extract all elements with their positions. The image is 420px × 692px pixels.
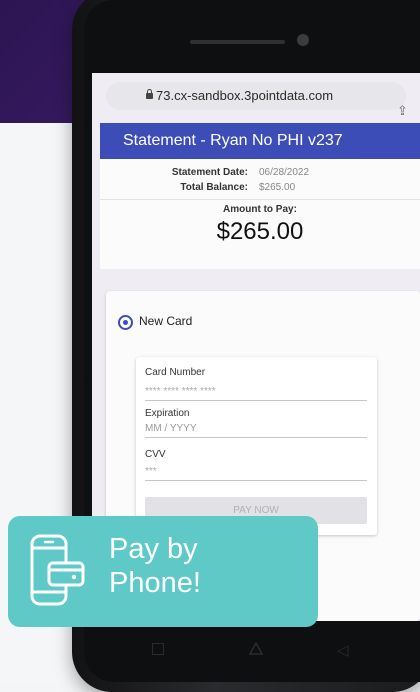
phone-speaker	[190, 40, 285, 44]
amount-to-pay-label: Amount to Pay:	[223, 204, 297, 215]
statement-title: Statement - Ryan No PHI v237	[123, 132, 343, 149]
expiration-input[interactable]: MM / YYYY	[145, 423, 367, 438]
badge-line-1: Pay by	[109, 533, 198, 565]
total-balance-label: Total Balance:	[180, 182, 248, 193]
cvv-input[interactable]: ***	[145, 466, 367, 481]
card-number-input[interactable]: **** **** **** ****	[145, 386, 367, 401]
back-icon[interactable]: ◁	[337, 641, 349, 659]
pay-by-phone-badge: Pay by Phone!	[8, 516, 318, 627]
badge-line-2: Phone!	[109, 567, 201, 599]
phone-camera	[297, 34, 309, 46]
card-number-label: Card Number	[145, 367, 206, 378]
divider	[100, 199, 420, 200]
new-card-label: New Card	[139, 314, 193, 328]
card-form: Card Number **** **** **** **** Expirati…	[136, 357, 377, 535]
lock-icon	[146, 89, 153, 99]
statement-header: Statement - Ryan No PHI v237	[100, 123, 420, 159]
badge-text: Pay by Phone!	[109, 532, 201, 600]
expiration-label: Expiration	[145, 408, 190, 419]
home-icon[interactable]	[249, 642, 263, 655]
address-bar[interactable]: 73.cx-sandbox.3pointdata.com ⇪	[106, 82, 408, 118]
url-text: 73.cx-sandbox.3pointdata.com	[156, 88, 334, 103]
statement-date-label: Statement Date:	[171, 167, 248, 178]
mobile-wallet-icon	[30, 534, 85, 606]
statement-summary: Statement Date: 06/28/2022 Total Balance…	[100, 159, 420, 269]
cvv-label: CVV	[145, 449, 166, 460]
amount-to-pay-value: $265.00	[216, 218, 304, 245]
recent-apps-icon[interactable]	[152, 643, 164, 655]
new-card-radio[interactable]	[118, 315, 133, 330]
statement-date-value: 06/28/2022	[259, 167, 310, 178]
total-balance-value: $265.00	[259, 182, 296, 193]
share-icon[interactable]: ⇪	[397, 97, 408, 125]
